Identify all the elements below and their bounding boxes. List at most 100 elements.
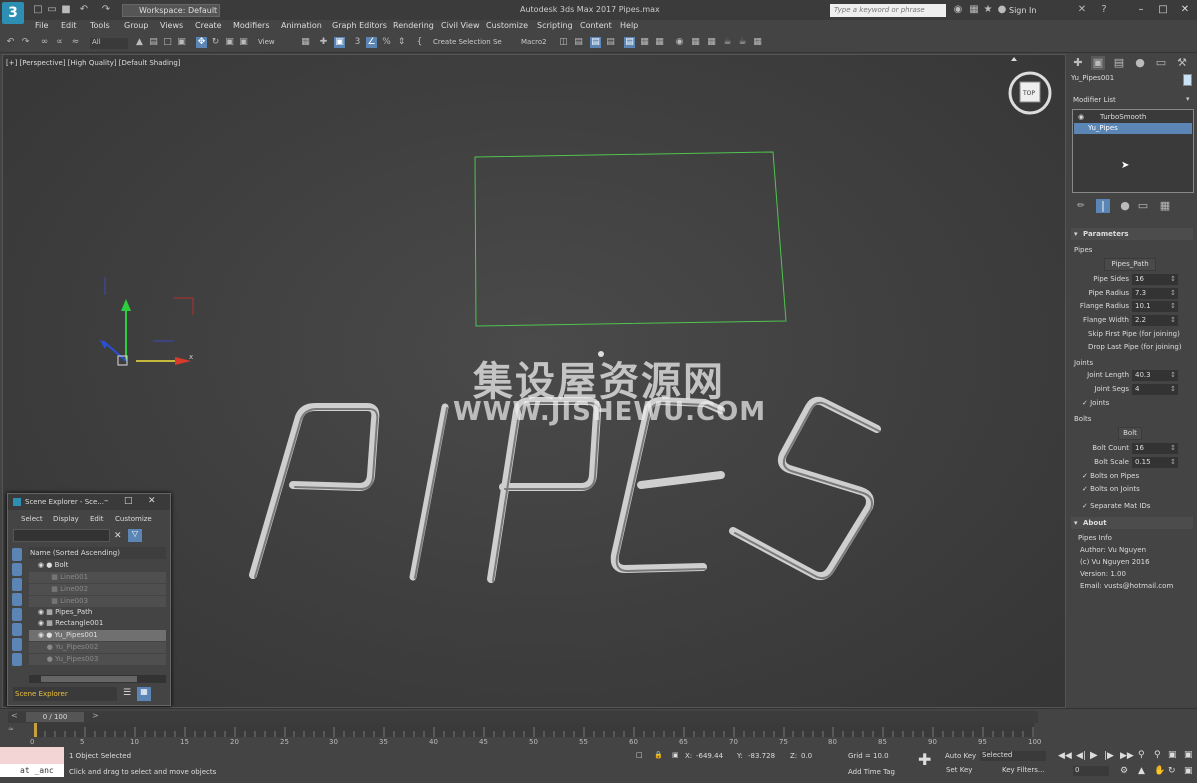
display-shapes-icon[interactable] (12, 563, 22, 576)
tree-item-line001[interactable]: ▦ Line001 (29, 572, 166, 583)
skip-first-pipe-checkbox[interactable]: Skip First Pipe (for joining) (1088, 330, 1180, 338)
display-geometry-icon[interactable] (12, 548, 22, 561)
redo-icon[interactable]: ↷ (20, 37, 31, 48)
percent-snap-icon[interactable]: % (381, 37, 392, 48)
curve-editor-mini-icon[interactable]: ≈ (8, 725, 18, 733)
subscription-icon[interactable]: ▦ (968, 4, 980, 16)
search-input[interactable]: Type a keyword or phrase (830, 4, 946, 17)
zoom-extents-all-icon[interactable]: ▣ (1184, 750, 1193, 760)
joints-checkbox[interactable]: ✓ Joints (1082, 399, 1109, 407)
render-production-icon[interactable]: ☕ (722, 37, 733, 48)
display-helpers-icon[interactable] (12, 608, 22, 621)
absolute-mode-icon[interactable]: ▣ (672, 751, 679, 759)
tree-item-yu-pipes001[interactable]: ◉ ● Yu_Pipes001 (29, 630, 166, 641)
horizontal-scrollbar[interactable] (29, 675, 166, 683)
link-icon[interactable]: ∞ (39, 37, 50, 48)
favorites-star-icon[interactable]: ★ (982, 4, 994, 16)
select-object-icon[interactable]: ▲ (134, 37, 145, 48)
menu-modifiers[interactable]: Modifiers (233, 21, 270, 30)
y-coord-field[interactable]: -83.728 (748, 752, 775, 760)
menu-content[interactable]: Content (580, 21, 612, 30)
tree-item-yu-pipes003[interactable]: ● Yu_Pipes003 (29, 654, 166, 665)
display-tab-icon[interactable]: ▭ (1154, 56, 1168, 70)
name-column-header[interactable]: Name (Sorted Ascending) (29, 547, 166, 559)
modify-tab-icon[interactable]: ▣ (1091, 56, 1105, 70)
set-key-plus-icon[interactable]: ✚ (918, 750, 931, 769)
keyboard-shortcut-override-icon[interactable]: ▣ (334, 37, 345, 48)
motion-tab-icon[interactable]: ● (1133, 56, 1147, 70)
x-coord-field[interactable]: -649.44 (696, 752, 723, 760)
save-file-icon[interactable]: ■ (60, 4, 72, 16)
exchange-apps-icon[interactable]: ✕ (1076, 4, 1088, 16)
display-spacewarps-icon[interactable] (12, 623, 22, 636)
display-xrefs-icon[interactable] (12, 653, 22, 666)
open-file-icon[interactable]: ▭ (46, 4, 58, 16)
rendered-frame-window-icon[interactable]: ▦ (706, 37, 717, 48)
user-icon[interactable]: ● (996, 4, 1008, 16)
modifier-turbosmooth[interactable]: ◉ TurboSmooth (1074, 112, 1192, 123)
remove-modifier-icon[interactable]: ▭ (1136, 199, 1150, 213)
isolate-selection-icon[interactable]: □ (636, 751, 643, 759)
add-time-tag-button[interactable]: Add Time Tag (848, 768, 895, 776)
bolt-scale-spinner[interactable]: 0.15 (1132, 457, 1178, 468)
scene-search-input[interactable] (13, 529, 110, 542)
curve-editor-icon[interactable]: ▦ (639, 37, 650, 48)
bind-space-warp-icon[interactable]: ≈ (70, 37, 81, 48)
select-and-scale-icon[interactable]: ▣ (224, 37, 235, 48)
create-tab-icon[interactable]: ✚ (1071, 56, 1085, 70)
drop-last-pipe-checkbox[interactable]: Drop Last Pipe (for joining) (1088, 343, 1182, 351)
zoom-all-icon[interactable]: ⚲ (1154, 750, 1161, 760)
select-and-move-icon[interactable]: ✥ (196, 37, 207, 48)
menu-help[interactable]: Help (620, 21, 638, 30)
redo-icon[interactable]: ↷ (100, 4, 112, 16)
display-lights-icon[interactable] (12, 578, 22, 591)
modifier-list-dropdown[interactable]: Modifier List (1073, 96, 1116, 104)
undo-icon[interactable]: ↶ (5, 37, 16, 48)
next-arrow-icon[interactable]: > (92, 711, 99, 720)
time-slider-handle[interactable]: 0 / 100 (26, 712, 84, 722)
track-bar[interactable] (34, 723, 1034, 737)
field-of-view-icon[interactable]: ▲ (1138, 766, 1145, 776)
rectangular-selection-icon[interactable]: □ (162, 37, 173, 48)
object-name-field[interactable]: Yu_Pipes001 (1071, 74, 1179, 82)
edit-named-selection-icon[interactable]: { (414, 37, 425, 48)
minimize-icon[interactable]: – (104, 496, 109, 506)
close-icon[interactable]: ✕ (148, 496, 156, 506)
bolt-pick-button[interactable]: Bolt (1118, 427, 1142, 440)
scene-explorer-title[interactable]: Scene Explorer - Sce... (8, 494, 170, 510)
pipe-sides-spinner[interactable]: 16 (1132, 274, 1178, 285)
joint-segs-spinner[interactable]: 4 (1132, 384, 1178, 395)
menu-civil-view[interactable]: Civil View (441, 21, 480, 30)
menu-graph-editors[interactable]: Graph Editors (332, 21, 387, 30)
tree-item-rectangle001[interactable]: ◉ ▦ Rectangle001 (29, 618, 166, 629)
parameters-rollout-header[interactable]: ▾ Parameters (1071, 228, 1193, 240)
binoculars-icon[interactable]: ◉ (952, 4, 964, 16)
snaps-toggle-icon[interactable]: 3 (352, 37, 363, 48)
menu-scripting[interactable]: Scripting (537, 21, 573, 30)
z-coord-field[interactable]: 0.0 (801, 752, 812, 760)
make-unique-icon[interactable]: ● (1118, 199, 1132, 213)
new-file-icon[interactable]: □ (32, 4, 44, 16)
zoom-extents-icon[interactable]: ▣ (1168, 750, 1177, 760)
spinner-snap-icon[interactable]: ⇕ (396, 37, 407, 48)
angle-snap-icon[interactable]: ∠ (366, 37, 377, 48)
viewcube[interactable]: TOP (1008, 57, 1052, 115)
reference-coordinate-dropdown[interactable]: View (256, 38, 296, 49)
maximize-viewport-icon[interactable]: ▣ (1184, 766, 1193, 776)
maximize-icon[interactable]: □ (124, 496, 133, 506)
pipe-radius-spinner[interactable]: 7.3 (1132, 288, 1178, 299)
tree-item-yu-pipes002[interactable]: ● Yu_Pipes002 (29, 642, 166, 653)
hierarchy-icon[interactable]: ▦ (137, 687, 151, 701)
bolt-count-spinner[interactable]: 16 (1132, 443, 1178, 454)
tree-item-line003[interactable]: ▦ Line003 (29, 596, 166, 607)
modifier-stack[interactable]: ◉ TurboSmooth Yu_Pipes ➤ (1072, 109, 1194, 193)
menu-edit[interactable]: Edit (61, 21, 77, 30)
pivot-center-icon[interactable]: ▦ (300, 37, 311, 48)
schematic-view-icon[interactable]: ▦ (654, 37, 665, 48)
menu-animation[interactable]: Animation (281, 21, 322, 30)
zoom-icon[interactable]: ⚲ (1138, 750, 1145, 760)
menu-customize[interactable]: Customize (486, 21, 528, 30)
app-logo-button[interactable]: 3 (2, 2, 24, 24)
menu-views[interactable]: Views (160, 21, 183, 30)
time-config-icon[interactable]: ⚙ (1120, 766, 1128, 776)
